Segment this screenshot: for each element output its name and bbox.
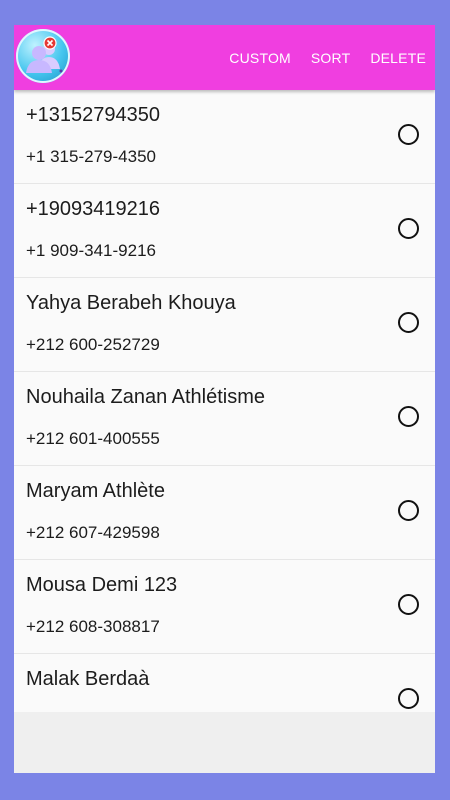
custom-button[interactable]: CUSTOM [229,50,291,66]
contact-name: +19093419216 [26,198,161,220]
contact-phone: +212 607-429598 [26,523,160,542]
contact-name: Yahya Berabeh Khouya [26,292,236,314]
contacts-delete-icon[interactable] [16,29,70,83]
radio-unchecked-icon[interactable] [398,218,419,239]
contact-name: Maryam Athlète [26,480,165,502]
contact-name: Mousa Demi 123 [26,574,178,596]
toolbar-actions: CUSTOM SORT DELETE [218,25,435,90]
contact-phone: +1 909-341-9216 [26,241,156,260]
radio-unchecked-icon[interactable] [398,688,419,709]
radio-unchecked-icon[interactable] [398,124,419,145]
contact-phone: +212 601-400555 [26,429,160,448]
list-item[interactable]: Malak Berdaà [14,654,435,712]
list-item[interactable]: +13152794350 +1 315-279-4350 [14,90,435,184]
contact-list[interactable]: +13152794350 +1 315-279-4350 +1909341921… [14,90,435,712]
radio-unchecked-icon[interactable] [398,594,419,615]
contact-phone: +212 600-252729 [26,335,160,354]
delete-button[interactable]: DELETE [370,50,426,66]
list-item[interactable]: Maryam Athlète +212 607-429598 [14,466,435,560]
list-item[interactable]: Yahya Berabeh Khouya +212 600-252729 [14,278,435,372]
app-window: CUSTOM SORT DELETE +13152794350 +1 315-2… [14,25,435,773]
sort-button[interactable]: SORT [311,50,350,66]
contact-name: Nouhaila Zanan Athlétisme [26,386,266,408]
contact-name: Malak Berdaà [26,668,150,690]
list-item[interactable]: +19093419216 +1 909-341-9216 [14,184,435,278]
contact-name: +13152794350 [26,104,161,126]
radio-unchecked-icon[interactable] [398,312,419,333]
radio-unchecked-icon[interactable] [398,406,419,427]
contact-phone: +212 608-308817 [26,617,160,636]
contact-phone: +1 315-279-4350 [26,147,156,166]
list-item[interactable]: Mousa Demi 123 +212 608-308817 [14,560,435,654]
toolbar: CUSTOM SORT DELETE [14,25,435,90]
radio-unchecked-icon[interactable] [398,500,419,521]
bottom-bar [14,712,435,773]
list-item[interactable]: Nouhaila Zanan Athlétisme +212 601-40055… [14,372,435,466]
